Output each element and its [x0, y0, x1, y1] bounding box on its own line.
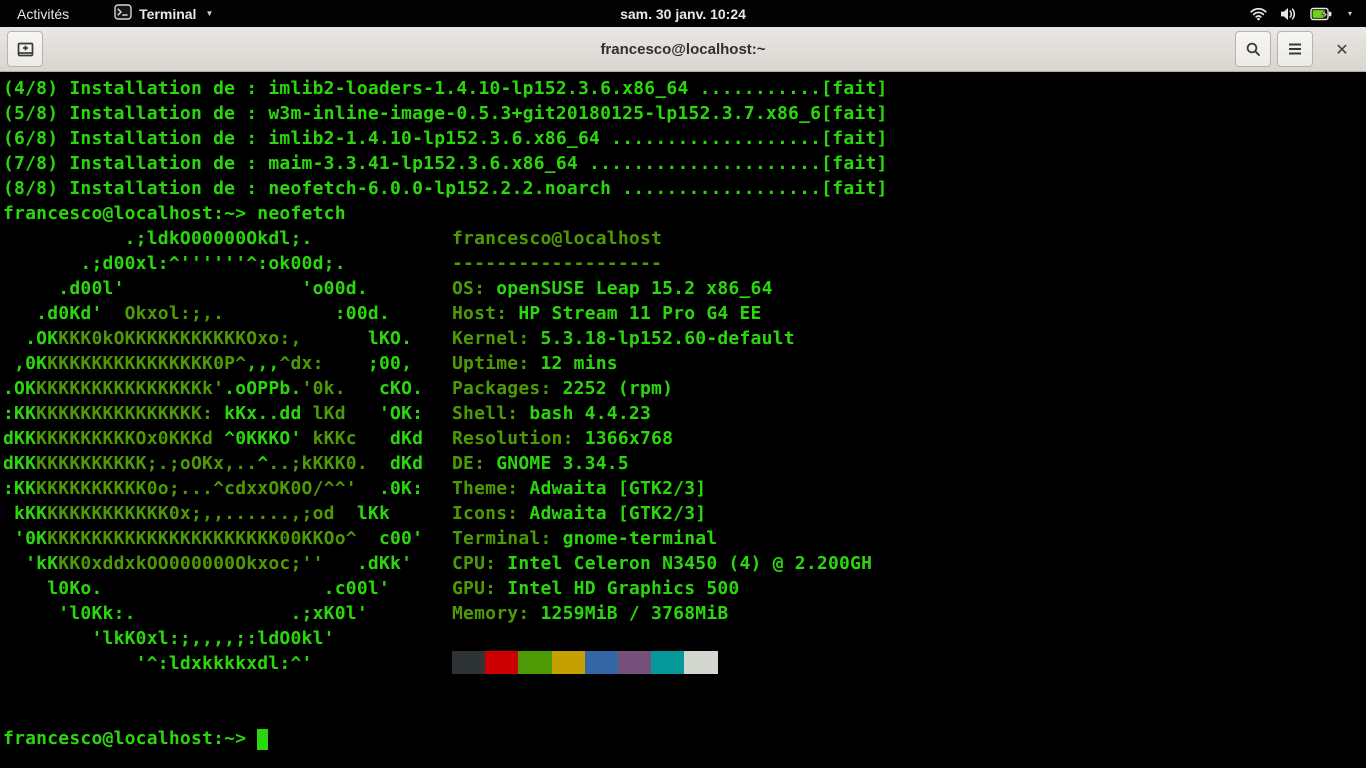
- terminal-scrollback: (4/8) Installation de : imlib2-loaders-1…: [3, 76, 888, 226]
- search-button[interactable]: [1235, 31, 1271, 67]
- focused-app-label: Terminal: [139, 6, 196, 22]
- terminal-viewport[interactable]: (4/8) Installation de : imlib2-loaders-1…: [0, 72, 1366, 768]
- terminal-header-bar: francesco@localhost:~ ✕: [0, 27, 1366, 72]
- terminal-palette-swatch: [552, 651, 585, 674]
- volume-icon: [1280, 7, 1297, 21]
- neofetch-ascii-logo: .;ldkO00000Okdl;. .;d00xl:^''''''^:ok00d…: [3, 226, 423, 676]
- clock[interactable]: sam. 30 janv. 10:24: [620, 6, 746, 22]
- screen: Activités Terminal ▼ sam. 30 janv. 10:24: [0, 0, 1366, 768]
- top-bar: Activités Terminal ▼ sam. 30 janv. 10:24: [0, 0, 1366, 27]
- activities-button[interactable]: Activités: [0, 0, 86, 27]
- neofetch-color-blocks: [452, 651, 718, 674]
- chevron-down-icon: ▼: [205, 9, 213, 18]
- new-tab-button[interactable]: [7, 31, 43, 67]
- terminal-palette-swatch: [684, 651, 717, 674]
- chevron-down-icon: ▾: [1348, 9, 1352, 18]
- window-title: francesco@localhost:~: [0, 27, 1366, 72]
- close-button[interactable]: ✕: [1318, 27, 1366, 72]
- shell-prompt: francesco@localhost:~>: [3, 726, 268, 751]
- menu-button[interactable]: [1277, 31, 1313, 67]
- system-status-area[interactable]: ▾: [1236, 0, 1366, 27]
- terminal-cursor[interactable]: [257, 729, 268, 750]
- terminal-app-icon: [114, 4, 132, 23]
- terminal-palette-swatch: [518, 651, 551, 674]
- battery-charging-icon: [1310, 7, 1333, 21]
- neofetch-info: francesco@localhost ------------------- …: [452, 226, 872, 626]
- terminal-palette-swatch: [585, 651, 618, 674]
- focused-app-menu[interactable]: Terminal ▼: [114, 0, 213, 27]
- wifi-icon: [1250, 7, 1267, 21]
- terminal-palette-swatch: [485, 651, 518, 674]
- terminal-palette-swatch: [618, 651, 651, 674]
- terminal-palette-swatch: [651, 651, 684, 674]
- terminal-palette-swatch: [452, 651, 485, 674]
